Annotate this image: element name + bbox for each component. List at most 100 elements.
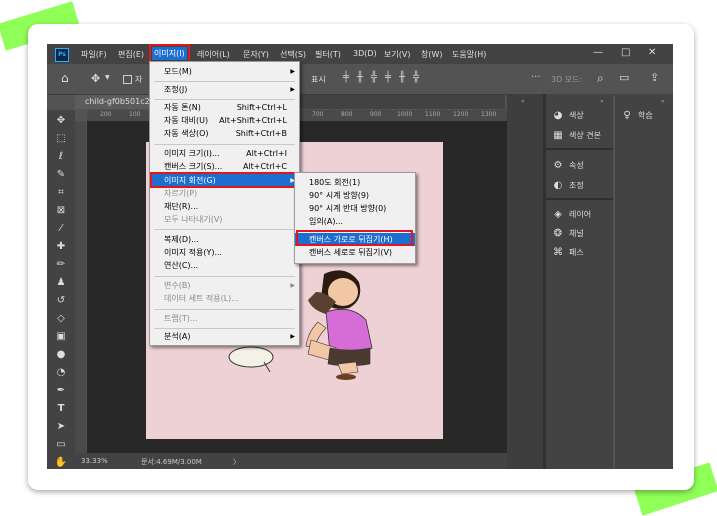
workspace-icon[interactable]: ▭	[619, 71, 629, 84]
panel-adjustments[interactable]: ◐ 조정	[552, 180, 584, 191]
menu-item-mode[interactable]: 모드(M) ▶	[150, 65, 299, 78]
menu-item-rotate-90-cw[interactable]: 90° 시계 방향(9)	[295, 189, 415, 202]
menu-item-apply-image[interactable]: 이미지 적용(Y)...	[150, 246, 299, 259]
path-select-icon[interactable]: ➤	[54, 420, 68, 434]
collapse-arrows-icon[interactable]: «	[521, 98, 525, 105]
chevron-down-icon[interactable]: ▼	[105, 74, 110, 81]
close-icon[interactable]: ✕	[648, 47, 656, 58]
menu-item-trim[interactable]: 재단(R)...	[150, 200, 299, 213]
menu-file[interactable]: 파일(F)	[81, 49, 107, 60]
menu-item-image-size[interactable]: 이미지 크기(I)... Alt+Ctrl+I	[150, 147, 299, 160]
menu-bar: Ps 파일(F) 편집(E) 이미지(I) 레이어(L) 문자(Y) 선택(S)…	[47, 44, 673, 64]
show-transform-label: 표시	[311, 75, 326, 84]
home-icon[interactable]: ⌂	[61, 71, 69, 85]
menu-item-label: 복제(D)...	[164, 235, 199, 244]
blur-tool-icon[interactable]: ●	[54, 348, 68, 362]
stamp-tool-icon[interactable]: ♟	[54, 276, 68, 290]
menu-item-variables[interactable]: 변수(B) ▶	[150, 279, 299, 292]
auto-select-checkbox[interactable]	[123, 75, 132, 84]
panel-learn[interactable]: ♀ 학습	[621, 110, 652, 121]
menu-item-label: 자르기(P)	[164, 189, 198, 198]
history-brush-icon[interactable]: ↺	[54, 294, 68, 308]
hand-tool-icon[interactable]: ✋	[54, 456, 68, 469]
menu-item-apply-data-set[interactable]: 데이터 세트 적용(L)...	[150, 292, 299, 305]
menu-item-label: 자동 대비(U)	[164, 116, 209, 125]
submenu-arrow-icon: ▶	[290, 68, 295, 75]
menu-select[interactable]: 선택(S)	[280, 49, 306, 60]
share-icon[interactable]: ⇪	[650, 71, 659, 84]
channels-icon: ❂	[553, 228, 563, 239]
menu-item-label: 이미지 크기(I)...	[164, 149, 220, 158]
panel-color[interactable]: ◕ 색상	[552, 110, 584, 121]
collapse-arrows-icon[interactable]: »	[600, 98, 604, 105]
menu-item-label: 자동 색상(O)	[164, 129, 209, 138]
menu-window[interactable]: 창(W)	[421, 49, 443, 60]
ruler-tick: 1200	[453, 111, 469, 118]
menu-item-arbitrary[interactable]: 임의(A)...	[295, 215, 415, 228]
type-tool-icon[interactable]: T	[54, 402, 68, 416]
quick-select-icon[interactable]: ✎	[54, 168, 68, 182]
image-menu-dropdown: 모드(M) ▶ 조정(J) ▶ 자동 톤(N) Shift+Ctrl+L 자동 대비(…	[149, 61, 300, 346]
maximize-icon[interactable]: □	[621, 47, 630, 58]
menu-item-auto-tone[interactable]: 자동 톤(N) Shift+Ctrl+L	[150, 101, 299, 114]
menu-item-auto-color[interactable]: 자동 색상(O) Shift+Ctrl+B	[150, 127, 299, 140]
menu-item-duplicate[interactable]: 복제(D)...	[150, 233, 299, 246]
eyedropper-icon[interactable]: ⁄	[54, 222, 68, 236]
panel-channels[interactable]: ❂ 채널	[552, 228, 584, 239]
menu-filter[interactable]: 필터(T)	[315, 49, 341, 60]
menu-type[interactable]: 문자(Y)	[243, 49, 269, 60]
brush-tool-icon[interactable]: ✏	[54, 258, 68, 272]
panel-label: 색상 견본	[569, 131, 601, 140]
menu-item-adjustments[interactable]: 조정(J) ▶	[150, 83, 299, 96]
menu-item-rotate-180[interactable]: 180도 회전(1)	[295, 176, 415, 189]
menu-item-label: 이미지 적용(Y)...	[164, 248, 223, 257]
menu-item-rotate-90-ccw[interactable]: 90° 시계 반대 방향(0)	[295, 202, 415, 215]
panel-group-divider	[546, 198, 613, 200]
menu-item-label: 자동 톤(N)	[164, 103, 201, 112]
move-tool-icon[interactable]: ✥	[91, 72, 100, 85]
eraser-tool-icon[interactable]: ◇	[54, 312, 68, 326]
pen-tool-icon[interactable]: ✒	[54, 384, 68, 398]
menu-help[interactable]: 도움말(H)	[452, 49, 486, 60]
menu-item-reveal-all[interactable]: 모두 나타내기(V)	[150, 213, 299, 226]
panel-properties[interactable]: ⚙ 속성	[552, 160, 584, 171]
menu-3d[interactable]: 3D(D)	[353, 49, 377, 58]
status-arrow-icon[interactable]: 〉	[233, 457, 240, 467]
more-options-icon[interactable]: ···	[531, 72, 541, 83]
dodge-tool-icon[interactable]: ◔	[54, 366, 68, 380]
minimize-icon[interactable]: —	[593, 47, 603, 58]
gradient-tool-icon[interactable]: ▣	[54, 330, 68, 344]
align-icons[interactable]: ╪╫╬╪╫╬	[343, 72, 427, 83]
menu-view[interactable]: 보기(V)	[384, 49, 410, 60]
healing-brush-icon[interactable]: ✚	[54, 240, 68, 254]
rectangle-tool-icon[interactable]: ▭	[54, 438, 68, 452]
menu-item-analysis[interactable]: 분석(A) ▶	[150, 330, 299, 343]
menu-layer[interactable]: 레이어(L)	[197, 49, 230, 60]
panel-swatches[interactable]: ▦ 색상 견본	[552, 130, 601, 141]
zoom-level[interactable]: 33.33%	[81, 457, 108, 465]
crop-tool-icon[interactable]: ⌗	[54, 186, 68, 200]
menu-item-label: 변수(B)	[164, 281, 191, 290]
frame-tool-icon[interactable]: ⊠	[54, 204, 68, 218]
search-icon[interactable]: ⌕	[597, 71, 604, 86]
panel-label: 색상	[569, 111, 584, 120]
panel-layers[interactable]: ◈ 레이어	[552, 209, 591, 220]
menu-item-auto-contrast[interactable]: 자동 대비(U) Alt+Shift+Ctrl+L	[150, 114, 299, 127]
menu-edit[interactable]: 편집(E)	[118, 49, 144, 60]
menu-item-flip-vertical[interactable]: 캔버스 세로로 뒤집기(V)	[295, 246, 415, 259]
grid-icon: ▦	[553, 130, 563, 141]
ruler-tick: 1300	[481, 111, 497, 118]
panel-paths[interactable]: ⌘ 패스	[552, 247, 584, 258]
palette-icon: ◕	[553, 110, 563, 121]
menu-item-calculations[interactable]: 연산(C)...	[150, 259, 299, 272]
menu-item-label: 분석(A)	[164, 332, 191, 341]
submenu-arrow-icon: ▶	[290, 86, 295, 93]
lasso-tool-icon[interactable]: ℓ	[54, 150, 68, 164]
move-tool-icon[interactable]: ✥	[54, 114, 68, 128]
marquee-tool-icon[interactable]: ⬚	[54, 132, 68, 146]
menu-item-trap[interactable]: 트랩(T)...	[150, 312, 299, 325]
menu-item-shortcut: Alt+Ctrl+I	[246, 149, 287, 158]
collapse-arrows-icon[interactable]: »	[661, 98, 665, 105]
menu-item-crop[interactable]: 자르기(P)	[150, 187, 299, 200]
menu-item-shortcut: Shift+Ctrl+B	[235, 129, 287, 138]
